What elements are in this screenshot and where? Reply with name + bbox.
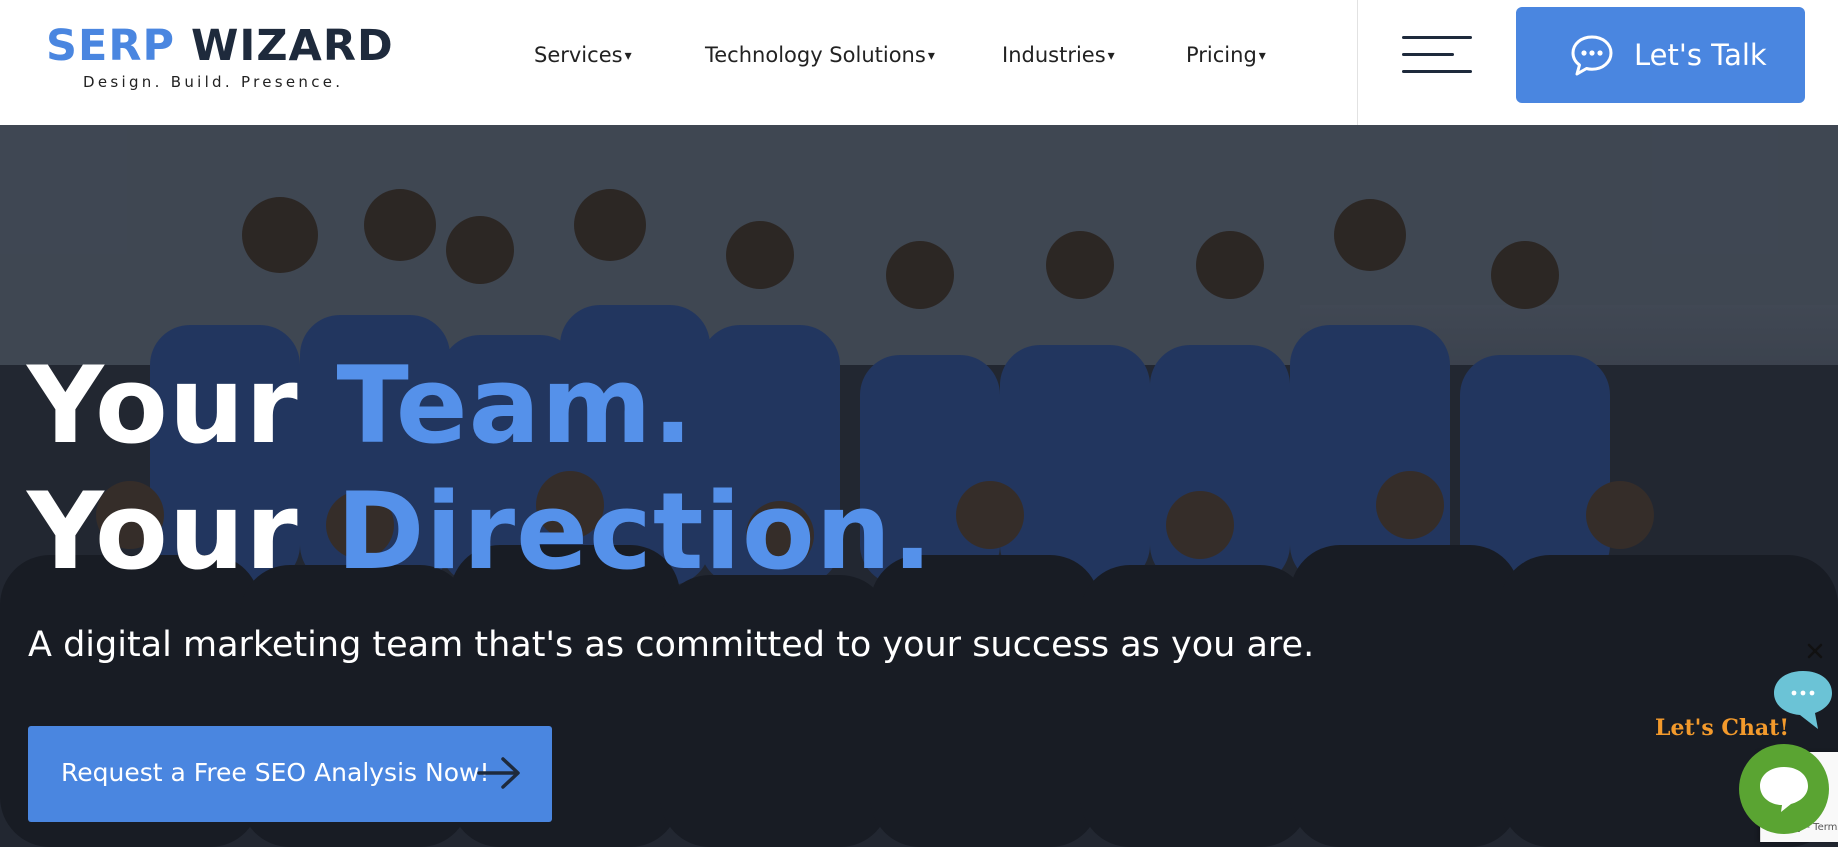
chat-launcher-icon (1760, 767, 1808, 812)
site-header: SERP WIZARD Design. Build. Presence. Ser… (0, 0, 1838, 125)
nav-item-services[interactable]: Services ▾ (534, 38, 632, 72)
hero-subtitle: A digital marketing team that's as commi… (28, 625, 1315, 665)
hero-line-1: Your Team. (27, 343, 1027, 469)
chat-launcher-button[interactable] (1739, 744, 1829, 834)
caret-down-icon: ▾ (1107, 48, 1115, 64)
nav-item-label: Pricing (1186, 43, 1257, 67)
lets-talk-button[interactable]: Let's Talk (1516, 7, 1805, 103)
hero-heading: Your Team. Your Direction. (27, 343, 1027, 595)
close-icon[interactable] (1804, 640, 1826, 662)
logo-tagline: Design. Build. Presence. (83, 73, 344, 91)
chat-bubble-icon (1571, 35, 1613, 76)
nav-item-technology-solutions[interactable]: Technology Solutions ▾ (705, 38, 935, 72)
hero-line-2: Your Direction. (27, 469, 1027, 595)
free-seo-analysis-button[interactable]: Request a Free SEO Analysis Now! (28, 726, 552, 822)
site-logo[interactable]: SERP WIZARD Design. Build. Presence. (46, 20, 393, 95)
hamburger-line (1402, 70, 1472, 73)
logo-wizard-text: WIZARD (190, 21, 394, 71)
lets-chat-prompt[interactable]: Let's Chat! (1655, 715, 1789, 741)
lets-talk-label: Let's Talk (1634, 38, 1767, 72)
nav-item-label: Industries (1002, 43, 1106, 67)
logo-serp-text: SERP (46, 21, 175, 71)
caret-down-icon: ▾ (1258, 48, 1266, 64)
logo-wordmark: SERP WIZARD (46, 20, 394, 72)
nav-item-industries[interactable]: Industries ▾ (1002, 38, 1115, 72)
header-divider (1357, 0, 1358, 125)
hero-line-1-white: Your (27, 344, 337, 467)
arrow-right-icon (477, 757, 520, 789)
caret-down-icon: ▾ (927, 48, 935, 64)
nav-item-label: Services (534, 43, 623, 67)
hero-line-2-white: Your (27, 470, 337, 593)
nav-item-label: Technology Solutions (705, 43, 926, 67)
hamburger-line (1402, 53, 1454, 56)
cta-label: Request a Free SEO Analysis Now! (61, 758, 490, 787)
nav-item-pricing[interactable]: Pricing ▾ (1186, 38, 1266, 72)
hamburger-menu-icon[interactable] (1402, 36, 1472, 74)
hero-line-1-blue: Team. (336, 344, 694, 467)
hero-section: Your Team. Your Direction. A digital mar… (0, 125, 1838, 847)
hamburger-line (1402, 36, 1472, 39)
hero-line-2-blue: Direction. (336, 470, 934, 593)
caret-down-icon: ▾ (624, 48, 632, 64)
